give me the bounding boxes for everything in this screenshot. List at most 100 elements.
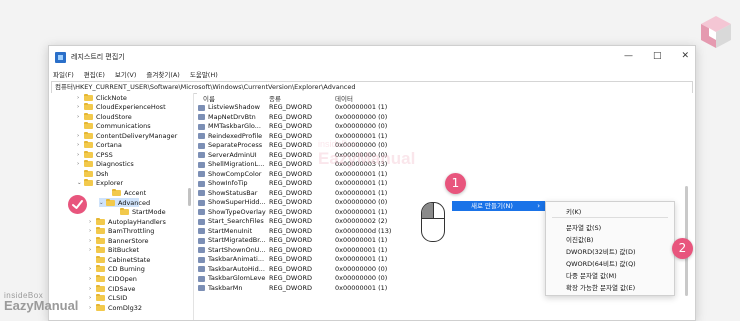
- column-header-type[interactable]: 종류: [269, 93, 281, 103]
- tree-item-cortana[interactable]: › Cortana: [77, 141, 122, 150]
- tree-item-bitbucket[interactable]: › BitBucket: [89, 246, 139, 255]
- tree-item-cloudexperiencehost[interactable]: › CloudExperienceHost: [77, 103, 166, 112]
- menu-file[interactable]: 파일(F): [53, 69, 74, 79]
- tree-item-dsh[interactable]: Dsh: [77, 169, 109, 178]
- value-row[interactable]: ShowCompColor REG_DWORD 0x00000001 (1): [197, 170, 487, 179]
- value-row[interactable]: ShowSuperHidd... REG_DWORD 0x00000000 (0): [197, 198, 487, 207]
- menu-edit[interactable]: 편집(E): [84, 69, 105, 79]
- tree-item-contentdeliverymanager[interactable]: › ContentDeliveryManager: [77, 131, 177, 140]
- tree-item-label: Accent: [124, 189, 147, 197]
- tree-item-autoplayhandlers[interactable]: › AutoplayHandlers: [89, 217, 166, 226]
- submenu-item[interactable]: 키(K): [566, 206, 581, 216]
- chevron-right-icon[interactable]: ›: [89, 247, 96, 253]
- value-name: TaskbarMn: [208, 283, 243, 292]
- chevron-right-icon[interactable]: ›: [89, 228, 96, 234]
- chevron-right-icon[interactable]: ›: [77, 114, 84, 120]
- menu-view[interactable]: 보기(V): [115, 69, 136, 79]
- chevron-right-icon[interactable]: ›: [89, 238, 96, 244]
- cube-logo-icon: [701, 16, 731, 48]
- tree-scrollbar[interactable]: [188, 188, 191, 206]
- chevron-right-icon[interactable]: ›: [77, 161, 84, 167]
- folder-icon: [96, 255, 105, 263]
- column-header-name[interactable]: 이름: [203, 93, 215, 103]
- value-name: Start_SearchFiles: [208, 217, 264, 225]
- chevron-right-icon[interactable]: ›: [89, 295, 96, 301]
- value-data: 0x00000001 (1): [335, 255, 388, 263]
- tree-item-label: CIDSave: [108, 284, 136, 293]
- maximize-button[interactable]: □: [653, 51, 662, 61]
- submenu-item[interactable]: 문자열 값(S): [566, 222, 601, 232]
- tree-item-cabinetstate[interactable]: CabinetState: [89, 255, 150, 264]
- value-row[interactable]: TaskbarGlomLevel REG_DWORD 0x00000000 (0): [197, 274, 487, 283]
- value-row[interactable]: TaskbarMn REG_DWORD 0x00000001 (1): [197, 284, 487, 293]
- value-row[interactable]: MapNetDrvBtn REG_DWORD 0x00000000 (0): [197, 113, 487, 122]
- folder-icon: [84, 141, 93, 149]
- value-row[interactable]: StartMigratedBr... REG_DWORD 0x00000001 (1…: [197, 236, 487, 245]
- folder-icon: [84, 179, 93, 187]
- tree-item-clsid[interactable]: › CLSID: [89, 294, 127, 303]
- value-row[interactable]: ShowInfoTip REG_DWORD 0x00000001 (1): [197, 179, 487, 188]
- tree-item-cidopen[interactable]: › CIDOpen: [89, 274, 137, 283]
- value-name: ShowCompColor: [208, 169, 262, 178]
- chevron-right-icon[interactable]: ›: [77, 133, 84, 139]
- tree-item-clicknote[interactable]: › ClickNote: [77, 93, 127, 102]
- chevron-right-icon[interactable]: ›: [89, 286, 96, 292]
- tree-item-accent[interactable]: Accent: [105, 189, 146, 198]
- chevron-right-icon[interactable]: ›: [89, 305, 96, 311]
- menu-favorites[interactable]: 즐겨찾기(A): [146, 69, 179, 79]
- tree-item-bamthrottling[interactable]: › BamThrottling: [89, 227, 154, 236]
- chevron-right-icon[interactable]: ›: [89, 276, 96, 282]
- tree-item-advanced[interactable]: ⌄ Advanced: [99, 198, 150, 208]
- submenu-item[interactable]: 확장 가능한 문자열 값(E): [566, 282, 635, 292]
- tree-item-diagnostics[interactable]: › Diagnostics: [77, 160, 134, 169]
- tree-item-label: StartMode: [132, 208, 166, 217]
- value-name: ReindexedProfile: [208, 131, 263, 140]
- tree-item-cidsave[interactable]: › CIDSave: [89, 284, 135, 293]
- submenu-item[interactable]: 이진값(B): [566, 234, 593, 244]
- tree-item-communications[interactable]: Communications: [77, 122, 151, 131]
- chevron-right-icon[interactable]: ›: [77, 95, 84, 101]
- value-row[interactable]: ListviewShadow REG_DWORD 0x00000001 (1): [197, 103, 487, 112]
- submenu-separator: [552, 217, 668, 218]
- value-type: REG_DWORD: [269, 207, 312, 216]
- tree-item-label: CloudExperienceHost: [96, 103, 166, 112]
- dword-value-icon: [198, 171, 205, 177]
- tree-item-bannerstore[interactable]: › BannerStore: [89, 236, 149, 245]
- value-row[interactable]: TaskbarAnimati... REG_DWORD 0x00000001 (1): [197, 255, 487, 264]
- value-name: ShowInfoTip: [208, 179, 248, 187]
- folder-icon: [96, 303, 105, 311]
- dword-value-icon: [198, 161, 205, 168]
- context-menu-new[interactable]: 새로 만들기(N) ›: [452, 201, 546, 211]
- value-row[interactable]: ShowStatusBar REG_DWORD 0x00000001 (1): [197, 189, 487, 198]
- chevron-right-icon[interactable]: ›: [77, 152, 84, 158]
- submenu-item[interactable]: DWORD(32비트) 값(D): [566, 246, 636, 256]
- column-header-data[interactable]: 데이터: [335, 93, 353, 103]
- value-data: 0x00000000 (0): [335, 264, 388, 273]
- dword-value-icon: [198, 256, 205, 263]
- value-row[interactable]: MMTaskbarGlo... REG_DWORD 0x00000000 (0): [197, 122, 487, 131]
- value-name: ShowSuperHidd...: [208, 198, 266, 206]
- tree-item-cloudstore[interactable]: › CloudStore: [77, 112, 132, 121]
- tree-item-cpss[interactable]: › CPSS: [77, 150, 113, 159]
- chevron-right-icon[interactable]: ›: [77, 142, 84, 148]
- menu-help[interactable]: 도움말(H): [190, 69, 218, 79]
- value-row[interactable]: TaskbarAutoHid... REG_DWORD 0x00000000 (0): [197, 265, 487, 274]
- chevron-down-icon[interactable]: ⌄: [77, 180, 84, 186]
- minimize-button[interactable]: —: [624, 51, 633, 61]
- chevron-right-icon[interactable]: ›: [89, 219, 96, 225]
- value-data: 0x00000000 (0): [335, 112, 388, 121]
- tree-item-startmode[interactable]: StartMode: [113, 208, 166, 217]
- chevron-right-icon[interactable]: ›: [77, 104, 84, 110]
- tree-item-explorer[interactable]: ⌄ Explorer: [77, 179, 123, 188]
- tree-item-label: Dsh: [96, 169, 109, 178]
- chevron-right-icon[interactable]: ›: [89, 266, 96, 272]
- value-type: REG_DWORD: [269, 188, 312, 197]
- close-button[interactable]: ✕: [681, 51, 689, 61]
- submenu-item[interactable]: 다중 문자열 값(M): [566, 270, 617, 280]
- tree-item-cd-burning[interactable]: › CD Burning: [89, 265, 145, 274]
- submenu-item[interactable]: QWORD(64비트) 값(Q): [566, 258, 636, 268]
- tree-item-comdlg32[interactable]: › ComDlg32: [89, 303, 142, 312]
- dword-value-icon: [198, 104, 205, 111]
- value-row[interactable]: StartShownOnU... REG_DWORD 0x00000001 (1): [197, 246, 487, 255]
- chevron-down-icon[interactable]: ⌄: [99, 200, 106, 206]
